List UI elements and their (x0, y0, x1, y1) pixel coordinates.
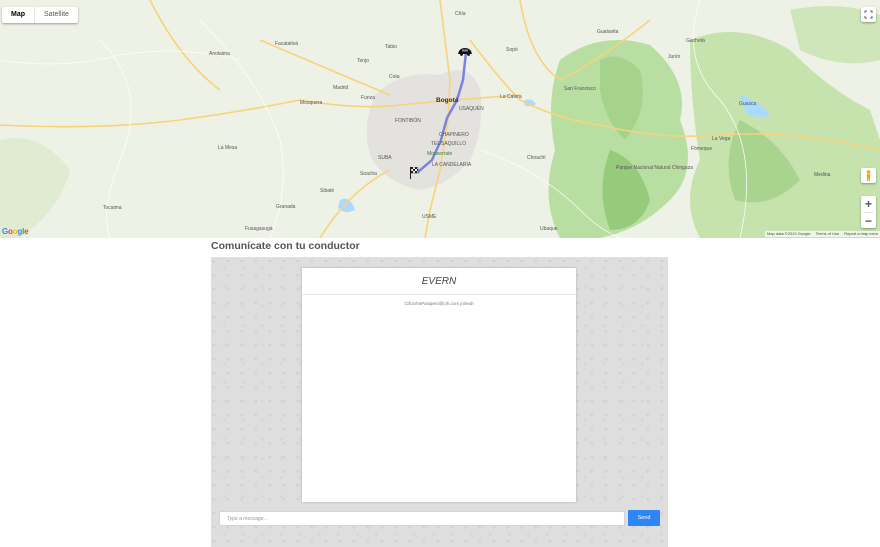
checkered-flag-icon[interactable] (409, 167, 419, 179)
map-data-text: Map data ©2019 Google (766, 231, 811, 236)
google-logo[interactable]: Google (2, 227, 29, 236)
message-input[interactable] (219, 511, 625, 526)
map-label-choachi: Choachí (527, 155, 546, 161)
map-label-granada: Granada (276, 204, 296, 210)
map-label-cota: Cota (389, 74, 400, 80)
map-label-la-mesa: La Mesa (218, 145, 238, 151)
map-label-tabio: Tabio (385, 44, 397, 50)
map-label-guasca: Guasca (739, 101, 757, 107)
chat-messages[interactable]: CifrJohnPasajero@crk.com joined! (302, 295, 576, 306)
map-label-tocaima: Tocaima (103, 205, 122, 211)
map-canvas (0, 0, 880, 238)
map-label-san-francisco: San Francisco (564, 86, 596, 92)
map-label-sopo: Sopó (506, 47, 518, 53)
map-label-usaquen: USAQUÉN (459, 106, 484, 112)
zoom-out-button[interactable]: − (861, 213, 876, 229)
chat-header: EVERN (302, 268, 576, 295)
map-label-madrid: Madrid (333, 85, 349, 91)
chat-section-title: Comunícate con tu conductor (211, 240, 360, 252)
map-label-chia: Chía (455, 11, 466, 17)
map[interactable]: Bogotá Chía USAQUÉN CHAPINERO TEUSAQUILL… (0, 0, 880, 238)
map-label-fomeque: Fómeque (691, 146, 713, 152)
map-label-parque: Parque Nacional Natural Chingaza (616, 165, 693, 171)
map-label-tenjo: Tenjo (357, 58, 369, 64)
map-label-facatativa: Facatativá (275, 41, 299, 47)
pegman-icon (866, 170, 871, 181)
map-label-mosquera: Mosquera (300, 100, 323, 106)
map-label-medina: Medina (814, 172, 831, 178)
fullscreen-icon (864, 10, 873, 19)
fullscreen-button[interactable] (861, 7, 876, 22)
map-label-usme: USME (422, 214, 437, 220)
map-type-satellite-button[interactable]: Satellite (35, 7, 78, 23)
map-label-sibate: Sibaté (320, 188, 335, 194)
map-label-guatavita: Guatavita (597, 29, 619, 35)
map-type-map-button[interactable]: Map (2, 7, 34, 23)
map-label-junin: Junín (668, 54, 681, 60)
map-label-anolaima: Anolaima (209, 51, 230, 57)
map-label-funza: Funza (361, 95, 375, 101)
map-label-ubaque: Ubaque (540, 226, 558, 232)
zoom-in-button[interactable]: + (861, 196, 876, 212)
chat-panel: EVERN CifrJohnPasajero@crk.com joined! (302, 268, 576, 502)
map-label-bogota: Bogotá (436, 97, 459, 104)
map-label-monserrate: Monserrate (427, 151, 453, 157)
pegman-button[interactable] (861, 168, 876, 183)
report-error-link[interactable]: Report a map error (844, 231, 878, 237)
map-label-chapinero: CHAPINERO (439, 132, 469, 138)
send-button[interactable]: Send (628, 510, 660, 526)
map-label-suba: SUBA (378, 155, 392, 161)
map-label-teusaquillo: TEUSAQUILLO (431, 141, 467, 147)
chat-container: EVERN CifrJohnPasajero@crk.com joined! S… (211, 257, 668, 547)
map-label-fontibon: FONTIBÓN (395, 118, 421, 124)
map-label-la-vega: La Vega (712, 136, 731, 142)
map-type-control: Map Satellite (2, 7, 78, 23)
system-message: CifrJohnPasajero@crk.com joined! (404, 301, 474, 306)
terms-link[interactable]: Terms of Use (816, 231, 840, 237)
map-label-la-candelaria: LA CANDELARIA (432, 162, 472, 168)
map-label-fusagasuga: Fusagasugá (245, 226, 273, 232)
map-label-gacheta: Gachetá (686, 38, 705, 44)
car-icon[interactable] (457, 47, 473, 56)
zoom-control: + − (861, 196, 876, 228)
map-label-la-calera: La Calera (500, 94, 522, 100)
map-attribution: Map data ©2019 Google Terms of Use Repor… (764, 231, 880, 237)
map-label-soacha: Soacha (360, 171, 377, 177)
